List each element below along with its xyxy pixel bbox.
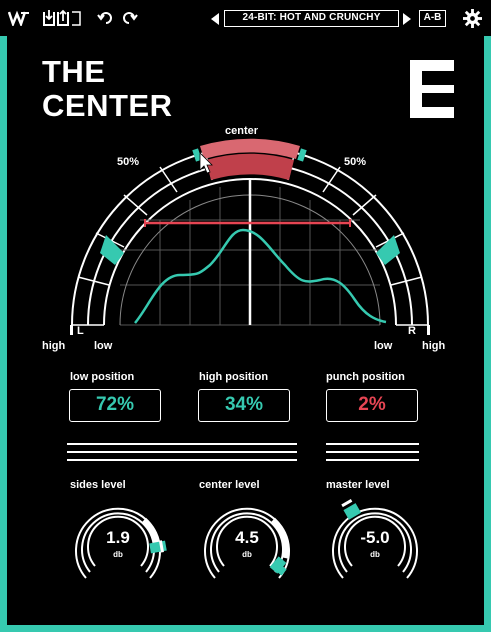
master-level-value: -5.0 bbox=[360, 528, 390, 547]
right-channel-label: R bbox=[408, 325, 416, 337]
center-level-unit: db bbox=[242, 550, 252, 559]
left-percent-label: 50% bbox=[117, 156, 140, 168]
left-high-label: high bbox=[42, 340, 66, 352]
punch-position-label: punch position bbox=[326, 371, 405, 383]
right-high-label: high bbox=[422, 340, 446, 352]
punch-position-value[interactable]: 2% bbox=[326, 389, 418, 422]
left-low-label: low bbox=[94, 340, 113, 352]
right-percent-label: 50% bbox=[344, 156, 367, 168]
preset-prev-arrow[interactable] bbox=[211, 13, 219, 25]
gear-icon[interactable] bbox=[463, 9, 482, 28]
center-label: center bbox=[225, 125, 259, 137]
sides-level-value: 1.9 bbox=[106, 528, 130, 547]
plugin-title: THE CENTER bbox=[42, 55, 172, 123]
brand-logo-icon bbox=[410, 60, 454, 118]
load-save-icon[interactable] bbox=[42, 9, 82, 27]
low-position-label: low position bbox=[70, 371, 135, 383]
high-position-value[interactable]: 34% bbox=[198, 389, 290, 422]
master-level-label: master level bbox=[326, 479, 390, 491]
right-low-label: low bbox=[374, 340, 393, 352]
preset-next-arrow[interactable] bbox=[403, 13, 411, 25]
waves-logo-icon[interactable] bbox=[8, 10, 30, 26]
center-level-value: 4.5 bbox=[235, 528, 259, 547]
high-position-label: high position bbox=[199, 371, 269, 383]
undo-icon[interactable] bbox=[97, 10, 113, 26]
sides-level-label: sides level bbox=[70, 479, 126, 491]
title-line-1: THE bbox=[42, 54, 106, 89]
toolbar: 24-BIT: HOT AND CRUNCHY A-B bbox=[0, 0, 491, 36]
redo-icon[interactable] bbox=[122, 10, 138, 26]
low-position-value[interactable]: 72% bbox=[69, 389, 161, 422]
sides-level-unit: db bbox=[113, 550, 123, 559]
left-channel-label: L bbox=[77, 325, 84, 337]
preset-name-box[interactable]: 24-BIT: HOT AND CRUNCHY bbox=[224, 10, 399, 27]
title-line-2: CENTER bbox=[42, 88, 173, 123]
ab-compare-button[interactable]: A-B bbox=[419, 10, 446, 27]
center-level-label: center level bbox=[199, 479, 260, 491]
master-level-unit: db bbox=[370, 550, 380, 559]
